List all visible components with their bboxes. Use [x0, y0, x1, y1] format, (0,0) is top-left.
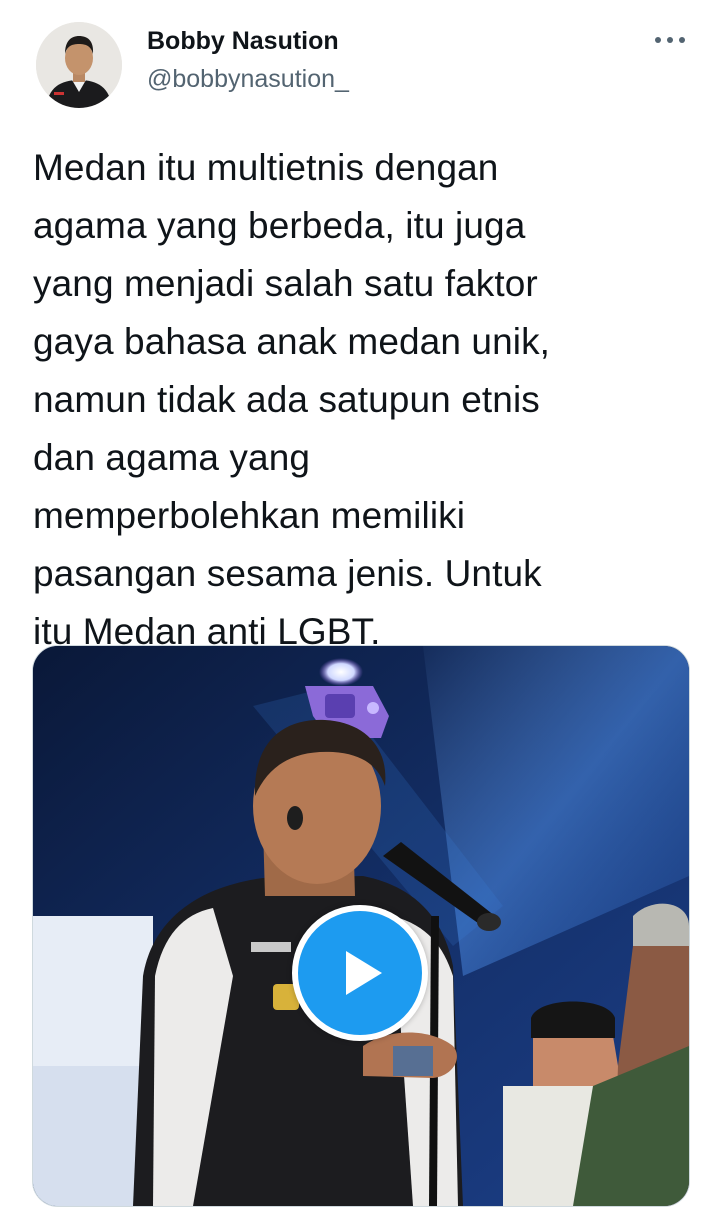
video-player[interactable] — [32, 645, 690, 1207]
play-icon — [346, 951, 382, 995]
more-options-button[interactable] — [648, 26, 692, 54]
user-handle[interactable]: @bobbynasution_ — [147, 64, 349, 94]
play-button[interactable] — [292, 905, 428, 1041]
more-horizontal-icon — [655, 37, 685, 43]
avatar[interactable] — [36, 22, 122, 108]
tweet-text: Medan itu multietnis dengan agama yang b… — [33, 147, 551, 652]
display-name[interactable]: Bobby Nasution — [147, 26, 339, 56]
tweet-header: Bobby Nasution @bobbynasution_ — [0, 0, 720, 120]
avatar-image — [36, 22, 122, 108]
